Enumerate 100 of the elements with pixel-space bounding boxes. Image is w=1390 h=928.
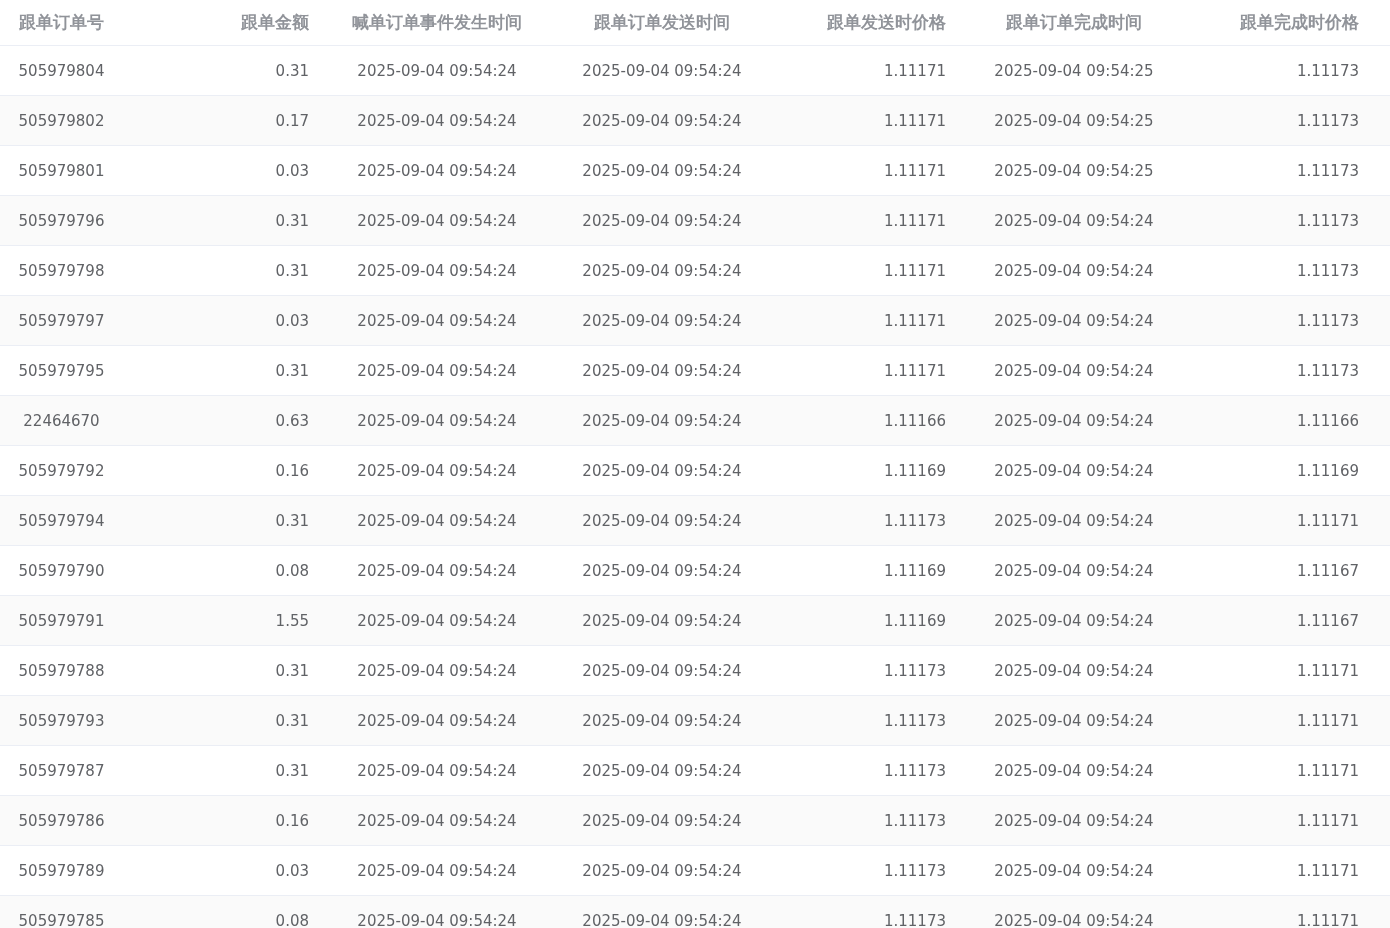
table-cell: 2025-09-04 09:54:24 [582, 911, 742, 928]
table-cell: 1.55 [275, 611, 309, 630]
table-cell: 2025-09-04 09:54:24 [582, 61, 742, 80]
table-cell: 2025-09-04 09:54:24 [357, 861, 517, 880]
table-cell: 2025-09-04 09:54:24 [994, 761, 1154, 780]
table-cell: 0.31 [275, 361, 309, 380]
table-cell: 505979798 [18, 261, 105, 280]
table-cell: 1.11169 [883, 461, 946, 480]
table-cell: 1.11173 [1296, 311, 1359, 330]
table-cell: 2025-09-04 09:54:24 [582, 461, 742, 480]
table-cell: 2025-09-04 09:54:24 [357, 911, 517, 928]
table-cell: 505979795 [18, 361, 105, 380]
table-cell: 1.11173 [1296, 111, 1359, 130]
table-cell: 1.11171 [1296, 861, 1359, 880]
table-cell: 2025-09-04 09:54:24 [357, 711, 517, 730]
table-cell: 0.31 [275, 711, 309, 730]
table-cell: 2025-09-04 09:54:24 [357, 211, 517, 230]
table-cell: 0.16 [275, 811, 309, 830]
table-cell: 2025-09-04 09:54:24 [994, 211, 1154, 230]
table-cell: 1.11173 [883, 911, 946, 928]
table-cell: 0.08 [275, 911, 309, 928]
table-cell: 505979802 [18, 111, 105, 130]
table-cell: 2025-09-04 09:54:24 [582, 211, 742, 230]
table-cell: 2025-09-04 09:54:24 [582, 161, 742, 180]
column-header: 喊单订单事件发生时间 [352, 11, 522, 34]
table-cell: 1.11171 [883, 311, 946, 330]
column-header: 跟单订单发送时间 [594, 11, 730, 34]
table-cell: 1.11171 [883, 111, 946, 130]
table-cell: 2025-09-04 09:54:24 [994, 811, 1154, 830]
table-cell: 2025-09-04 09:54:24 [357, 361, 517, 380]
table-cell: 2025-09-04 09:54:24 [994, 911, 1154, 928]
table-cell: 22464670 [23, 411, 100, 430]
table-cell: 2025-09-04 09:54:24 [357, 611, 517, 630]
table-cell: 505979786 [18, 811, 105, 830]
table-cell: 1.11166 [1296, 411, 1359, 430]
table-cell: 0.17 [275, 111, 309, 130]
table-cell: 2025-09-04 09:54:24 [582, 511, 742, 530]
table-cell: 2025-09-04 09:54:24 [582, 861, 742, 880]
table-cell: 1.11167 [1296, 561, 1359, 580]
table-cell: 2025-09-04 09:54:24 [582, 111, 742, 130]
table-cell: 1.11169 [883, 561, 946, 580]
table-cell: 2025-09-04 09:54:25 [994, 111, 1154, 130]
table-cell: 1.11167 [1296, 611, 1359, 630]
table-cell: 505979796 [18, 211, 105, 230]
table-cell: 2025-09-04 09:54:24 [994, 561, 1154, 580]
table-cell: 2025-09-04 09:54:24 [582, 811, 742, 830]
table-cell: 2025-09-04 09:54:24 [994, 661, 1154, 680]
table-cell: 2025-09-04 09:54:24 [357, 461, 517, 480]
table-cell: 1.11171 [1296, 661, 1359, 680]
table-cell: 0.31 [275, 261, 309, 280]
table-cell: 2025-09-04 09:54:24 [994, 711, 1154, 730]
table-cell: 0.31 [275, 761, 309, 780]
column-header: 跟单完成时价格 [1240, 11, 1359, 34]
table-cell: 0.03 [275, 311, 309, 330]
table-cell: 1.11171 [1296, 811, 1359, 830]
column-header: 跟单订单完成时间 [1006, 11, 1142, 34]
table-cell: 2025-09-04 09:54:24 [994, 461, 1154, 480]
table-cell: 1.11169 [883, 611, 946, 630]
table-cell: 1.11171 [1296, 761, 1359, 780]
table-cell: 1.11171 [883, 211, 946, 230]
table-cell: 1.11173 [1296, 361, 1359, 380]
table-cell: 505979787 [18, 761, 105, 780]
table-cell: 0.63 [275, 411, 309, 430]
table-cell: 1.11173 [1296, 61, 1359, 80]
table-cell: 2025-09-04 09:54:24 [582, 661, 742, 680]
table-cell: 505979794 [18, 511, 105, 530]
table-cell: 2025-09-04 09:54:24 [357, 661, 517, 680]
table-cell: 1.11173 [1296, 261, 1359, 280]
table-cell: 1.11171 [883, 361, 946, 380]
table-cell: 2025-09-04 09:54:25 [994, 61, 1154, 80]
table-cell: 1.11171 [1296, 911, 1359, 928]
table-cell: 1.11171 [1296, 711, 1359, 730]
table-cell: 2025-09-04 09:54:24 [357, 311, 517, 330]
table-cell: 505979804 [18, 61, 105, 80]
table-cell: 2025-09-04 09:54:24 [994, 411, 1154, 430]
table-cell: 0.31 [275, 511, 309, 530]
table-cell: 1.11173 [883, 711, 946, 730]
table-cell: 505979788 [18, 661, 105, 680]
table-cell: 505979792 [18, 461, 105, 480]
table-cell: 2025-09-04 09:54:24 [994, 611, 1154, 630]
table-cell: 2025-09-04 09:54:24 [582, 761, 742, 780]
table-cell: 1.11171 [1296, 511, 1359, 530]
table-cell: 1.11171 [883, 261, 946, 280]
table-cell: 2025-09-04 09:54:24 [357, 411, 517, 430]
table-cell: 2025-09-04 09:54:24 [582, 361, 742, 380]
table-cell: 2025-09-04 09:54:24 [994, 261, 1154, 280]
table-cell: 505979791 [18, 611, 105, 630]
table-cell: 1.11173 [883, 861, 946, 880]
table-cell: 0.31 [275, 211, 309, 230]
table-cell: 2025-09-04 09:54:25 [994, 161, 1154, 180]
table-cell: 0.03 [275, 861, 309, 880]
table-cell: 1.11173 [1296, 161, 1359, 180]
column-header: 跟单发送时价格 [827, 11, 946, 34]
table-cell: 0.31 [275, 61, 309, 80]
table-cell: 1.11171 [883, 61, 946, 80]
table-cell: 505979790 [18, 561, 105, 580]
table-cell: 2025-09-04 09:54:24 [582, 711, 742, 730]
table-cell: 1.11166 [883, 411, 946, 430]
table-cell: 2025-09-04 09:54:24 [357, 761, 517, 780]
table-cell: 2025-09-04 09:54:24 [357, 161, 517, 180]
